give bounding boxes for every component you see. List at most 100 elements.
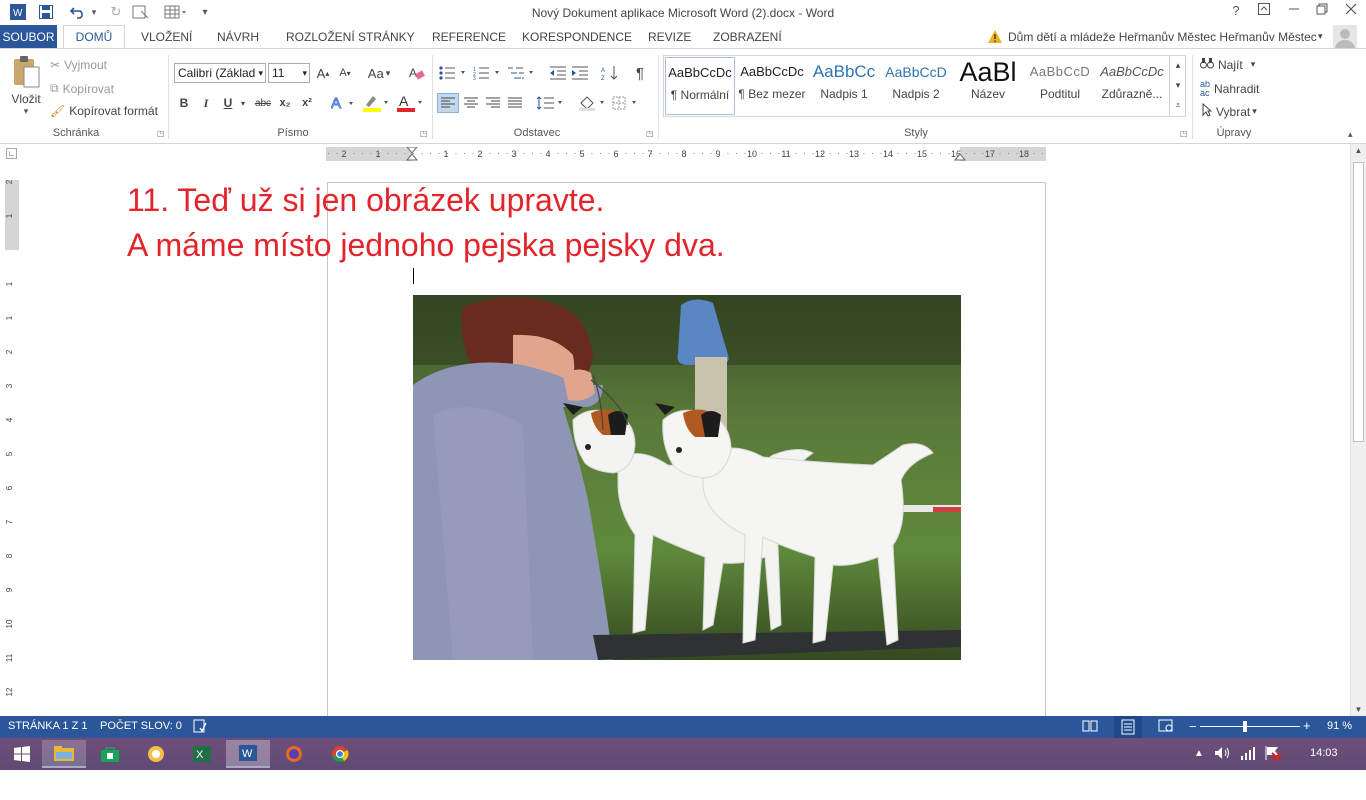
- show-formatting-button[interactable]: ¶: [630, 63, 650, 83]
- clipboard-launcher-icon[interactable]: ◳: [157, 129, 165, 138]
- read-mode-icon[interactable]: [1082, 719, 1098, 736]
- tab-insert[interactable]: VLOŽENÍ: [141, 30, 192, 44]
- superscript-button[interactable]: x²: [298, 93, 316, 113]
- bold-button[interactable]: B: [176, 93, 192, 113]
- paragraph-launcher-icon[interactable]: ◳: [646, 129, 654, 138]
- underline-dropdown-icon[interactable]: ▾: [238, 93, 248, 113]
- text-effects-icon[interactable]: A: [330, 93, 356, 113]
- zoom-level[interactable]: 91 %: [1327, 720, 1352, 732]
- zoom-out-icon[interactable]: −: [1189, 719, 1197, 734]
- firefox-icon[interactable]: [272, 740, 316, 768]
- line-spacing-icon[interactable]: [536, 93, 566, 113]
- shading-icon[interactable]: [578, 93, 608, 113]
- account-name[interactable]: Dům dětí a mládeže Heřmanův Městec Heřma…: [1008, 30, 1317, 44]
- dogs-photo[interactable]: [413, 295, 961, 660]
- replace-button[interactable]: ab ac Nahradit: [1200, 80, 1259, 98]
- tab-selector-icon[interactable]: ∟: [6, 148, 17, 159]
- excel-icon[interactable]: X: [180, 740, 224, 768]
- avatar[interactable]: [1333, 25, 1357, 49]
- show-hidden-icons-icon[interactable]: ▲: [1194, 748, 1204, 759]
- font-name-combo[interactable]: Calibri (Základ ▾: [174, 63, 266, 83]
- web-layout-icon[interactable]: [1158, 719, 1174, 736]
- restore-icon[interactable]: [1309, 3, 1335, 21]
- document-line-2[interactable]: A máme místo jednoho pejska pejsky dva.: [127, 227, 725, 264]
- tab-design[interactable]: NÁVRH: [217, 30, 259, 44]
- change-case-button[interactable]: Aa ▾: [364, 63, 394, 83]
- clock[interactable]: 14:03: [1310, 747, 1338, 759]
- styles-launcher-icon[interactable]: ◳: [1180, 129, 1188, 138]
- minimize-icon[interactable]: [1281, 3, 1307, 21]
- close-icon[interactable]: [1338, 3, 1364, 21]
- tab-references[interactable]: REFERENCE: [432, 30, 506, 44]
- zoom-in-icon[interactable]: +: [1303, 718, 1311, 733]
- font-launcher-icon[interactable]: ◳: [420, 129, 428, 138]
- network-icon[interactable]: [1240, 745, 1256, 764]
- tab-review[interactable]: REVIZE: [648, 30, 691, 44]
- font-color-icon[interactable]: A: [396, 93, 424, 113]
- sort-icon[interactable]: AZ: [600, 63, 622, 83]
- multilevel-list-icon[interactable]: [506, 63, 538, 83]
- style-subtitle[interactable]: AaBbCcD Podtitul: [1025, 57, 1095, 115]
- print-layout-icon[interactable]: [1114, 716, 1142, 738]
- style-normal[interactable]: AaBbCcDc ¶ Normální: [665, 57, 735, 115]
- highlight-color-icon[interactable]: [362, 93, 390, 113]
- style-subtle-emphasis[interactable]: AaBbCcDc Zdůrazně...: [1097, 57, 1167, 115]
- style-heading-1[interactable]: AaBbCc Nadpis 1: [809, 57, 879, 115]
- align-right-icon[interactable]: [482, 93, 504, 113]
- help-button[interactable]: ?: [1223, 3, 1249, 21]
- select-button[interactable]: Vybrat ▾: [1202, 102, 1257, 120]
- shrink-font-button[interactable]: A ▾: [336, 63, 354, 83]
- word-taskbar-icon[interactable]: W: [226, 740, 270, 768]
- subscript-button[interactable]: x₂: [276, 93, 294, 113]
- zoom-slider-track[interactable]: [1200, 726, 1300, 727]
- clear-formatting-icon[interactable]: A: [406, 63, 428, 83]
- justify-icon[interactable]: [504, 93, 526, 113]
- zoom-slider-thumb[interactable]: [1243, 721, 1247, 732]
- tab-layout[interactable]: ROZLOŽENÍ STRÁNKY: [286, 30, 415, 44]
- tab-home[interactable]: DOMŮ: [63, 25, 125, 50]
- font-size-combo[interactable]: 11 ▾: [268, 63, 310, 83]
- scroll-thumb[interactable]: [1353, 162, 1364, 442]
- find-button[interactable]: Najít ▾: [1200, 57, 1255, 72]
- vertical-scrollbar[interactable]: ▲ ▼: [1350, 144, 1366, 716]
- volume-icon[interactable]: [1214, 745, 1232, 764]
- grow-font-button[interactable]: A ▴: [314, 63, 332, 83]
- collapse-ribbon-icon[interactable]: ▴: [1348, 129, 1353, 140]
- style-no-spacing[interactable]: AaBbCcDc ¶ Bez mezer: [737, 57, 807, 115]
- copy-button[interactable]: ⧉ Kopírovat: [50, 81, 114, 96]
- word-count[interactable]: POČET SLOV: 0: [100, 720, 182, 732]
- paste-button[interactable]: Vložit ▾: [8, 55, 44, 121]
- bullets-icon[interactable]: [438, 63, 470, 83]
- tab-file[interactable]: SOUBOR: [0, 25, 57, 49]
- horizontal-ruler[interactable]: 2 1 1 2 3 4 5 6 7 8 9 10 11 12 13 14 15 16 17 18: [326, 147, 1046, 161]
- chevron-down-icon[interactable]: ▾: [1170, 75, 1186, 95]
- account-dropdown-icon[interactable]: ▾: [1318, 31, 1323, 42]
- chevron-up-icon[interactable]: ▴: [1170, 55, 1186, 75]
- align-center-icon[interactable]: [460, 93, 482, 113]
- format-painter-button[interactable]: 🖌 Kopírovat formát: [50, 104, 158, 118]
- underline-button[interactable]: U: [220, 93, 236, 113]
- style-heading-2[interactable]: AaBbCcD Nadpis 2: [881, 57, 951, 115]
- tab-mailings[interactable]: KORESPONDENCE: [522, 30, 632, 44]
- proofing-icon[interactable]: [193, 719, 207, 736]
- scroll-up-icon[interactable]: ▲: [1351, 144, 1366, 158]
- scroll-down-icon[interactable]: ▼: [1351, 705, 1366, 714]
- tab-view[interactable]: ZOBRAZENÍ: [713, 30, 782, 44]
- document-line-1[interactable]: 11. Teď už si jen obrázek upravte.: [127, 182, 604, 219]
- file-explorer-icon[interactable]: [42, 740, 86, 768]
- align-left-icon[interactable]: [437, 93, 459, 113]
- style-title[interactable]: AaBl Název: [953, 57, 1023, 115]
- ribbon-display-options-icon[interactable]: [1251, 3, 1277, 21]
- windows-start-icon[interactable]: [0, 740, 44, 768]
- vertical-ruler[interactable]: 21112345678910111213: [5, 180, 19, 716]
- page-count[interactable]: STRÁNKA 1 Z 1: [8, 720, 87, 732]
- action-center-icon[interactable]: [1264, 745, 1282, 764]
- chrome-icon[interactable]: [318, 740, 362, 768]
- numbering-icon[interactable]: 123: [472, 63, 504, 83]
- decrease-indent-icon[interactable]: [548, 63, 568, 83]
- more-styles-icon[interactable]: ⩡: [1170, 95, 1186, 115]
- italic-button[interactable]: I: [198, 93, 214, 113]
- messenger-icon[interactable]: [134, 740, 178, 768]
- cut-button[interactable]: ✂ Vyjmout: [50, 58, 107, 72]
- store-icon[interactable]: [88, 740, 132, 768]
